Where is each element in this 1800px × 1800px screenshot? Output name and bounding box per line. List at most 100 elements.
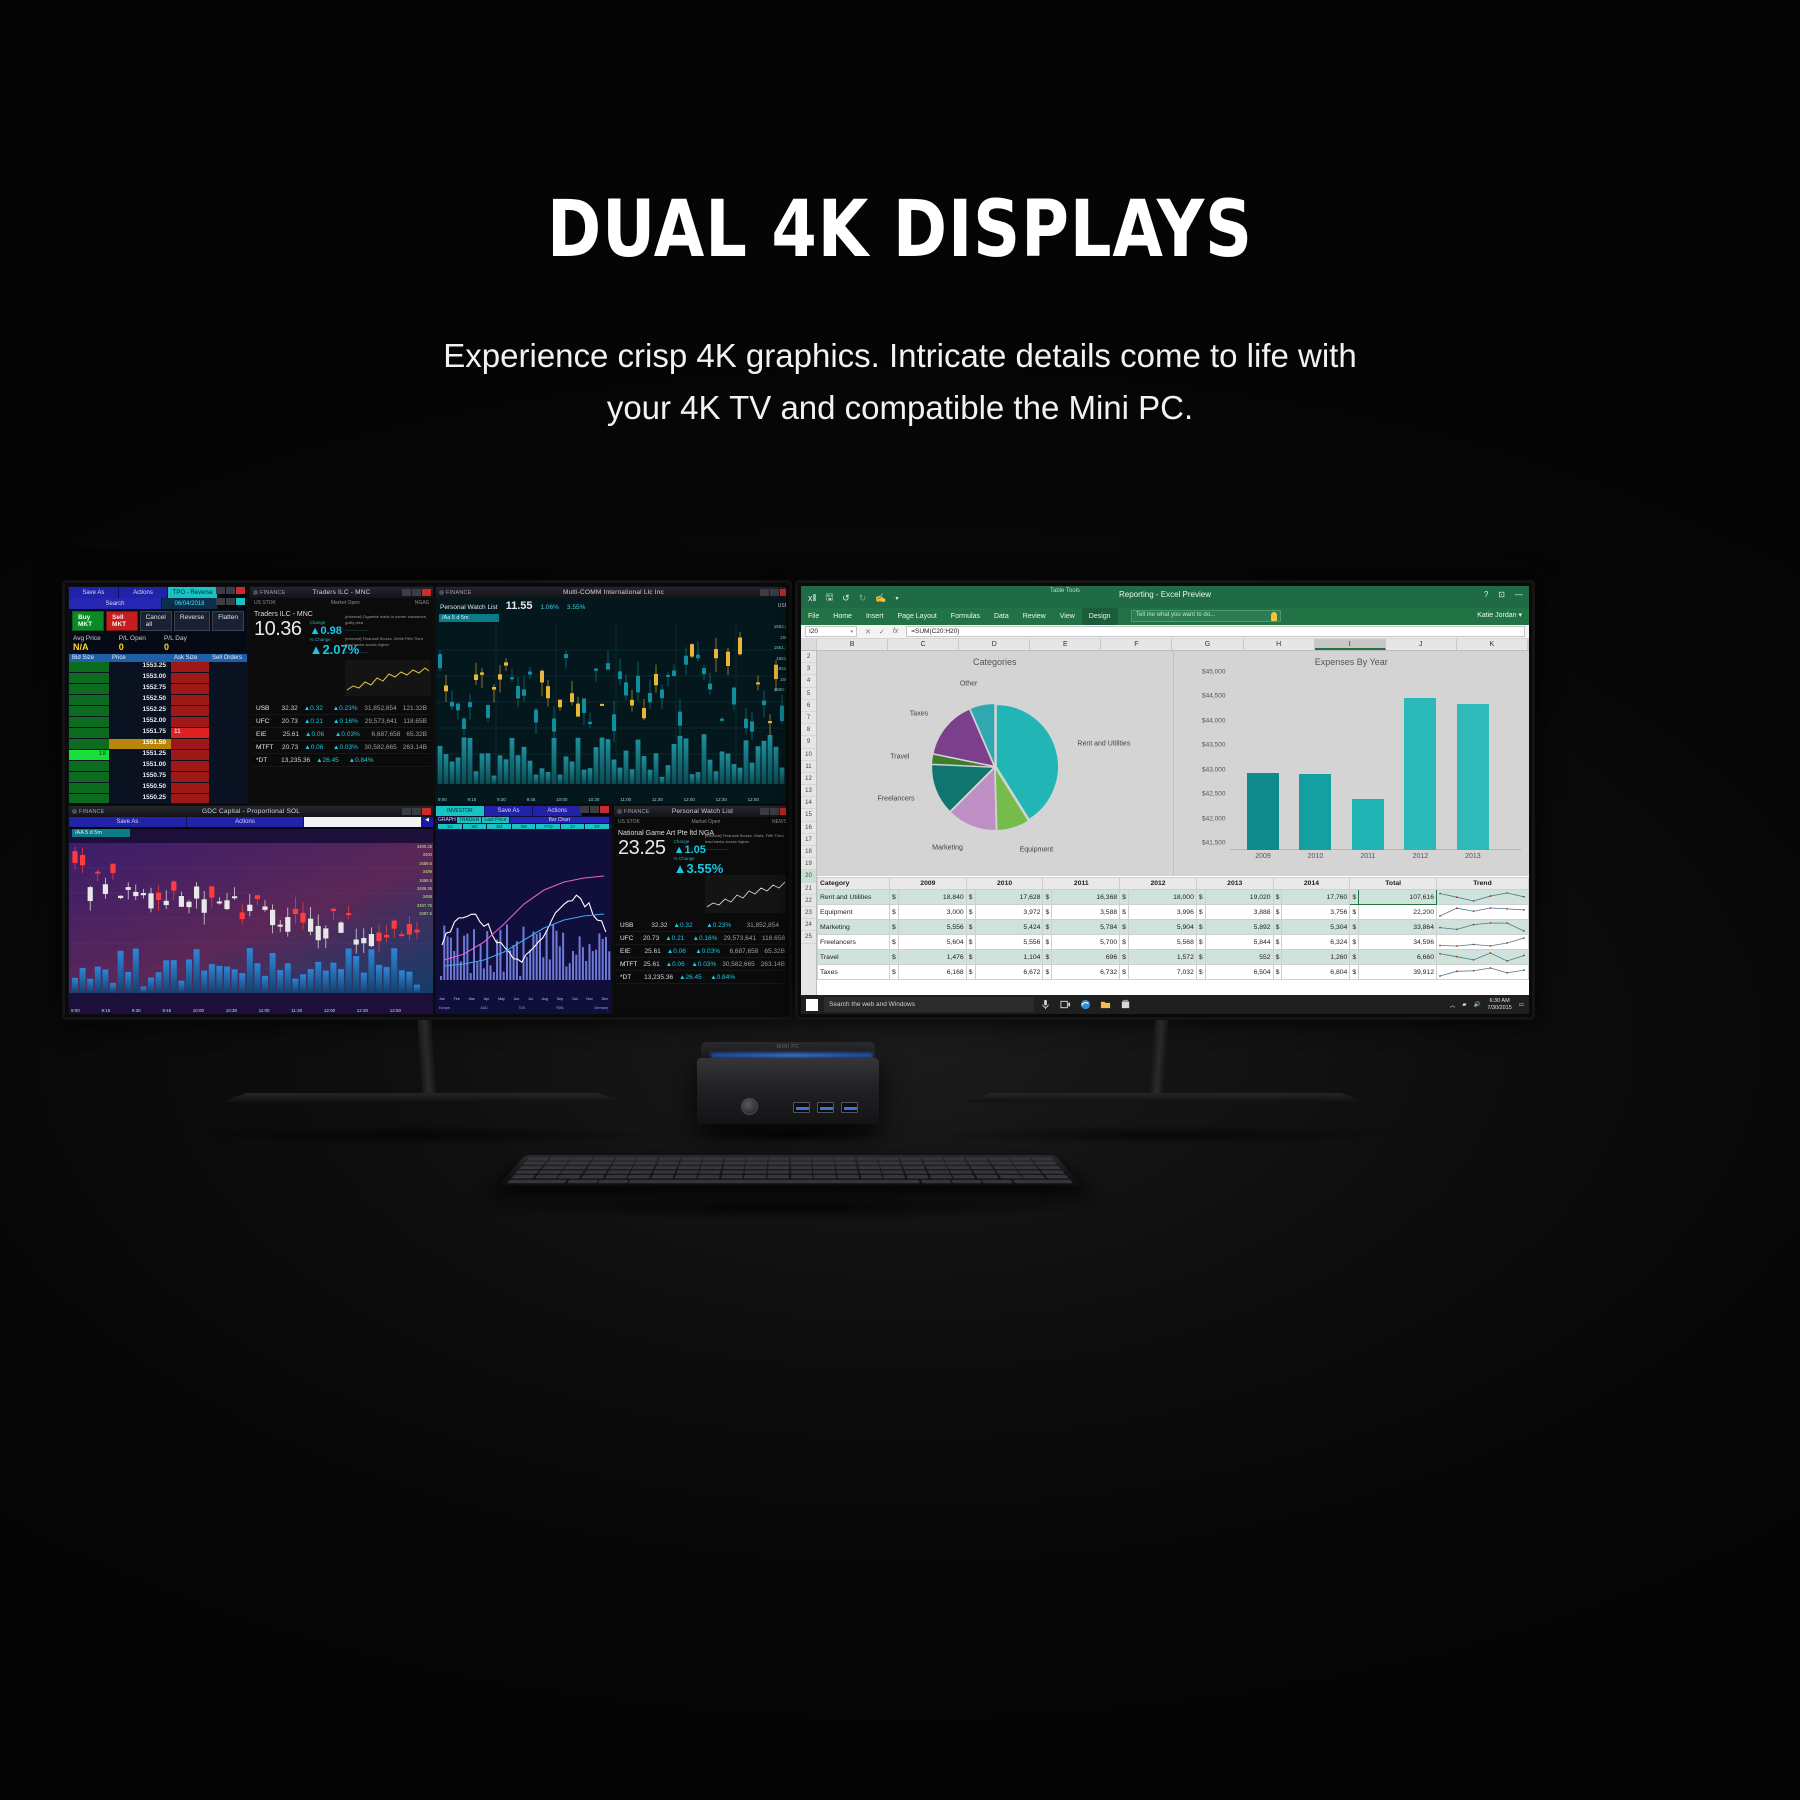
key[interactable] (548, 1157, 572, 1161)
key[interactable] (965, 1157, 988, 1161)
key[interactable] (650, 1174, 674, 1179)
ribbon-tab-page-layout[interactable]: Page Layout (890, 608, 943, 625)
cell-value[interactable]: 7,032 (1127, 964, 1197, 981)
ladder-search-bar[interactable]: Search 06/04/2018 (69, 598, 247, 609)
ladder-sell-orders[interactable] (209, 772, 247, 782)
table-header-total[interactable]: Total (1349, 876, 1437, 891)
row-header-4[interactable]: 4 (801, 675, 816, 688)
ladder-action-buttons[interactable]: Buy MKT Sell MKT Cancel all Reverse Flat… (69, 609, 247, 633)
cell-value[interactable]: 5,784 (1051, 919, 1121, 936)
key[interactable] (904, 1170, 928, 1174)
row-header-10[interactable]: 10 (801, 749, 816, 761)
cell-trend-sparkline[interactable] (1436, 919, 1529, 936)
taskbar-search-box[interactable]: Search the web and Windows (824, 997, 1034, 1012)
column-header-H[interactable]: H (1244, 639, 1315, 650)
key[interactable] (746, 1161, 768, 1165)
gdc-save-as-button[interactable]: Save As (69, 817, 187, 827)
key[interactable] (929, 1174, 953, 1179)
key[interactable] (627, 1174, 651, 1179)
minimize-icon[interactable] (760, 808, 769, 815)
window-multicomm[interactable]: FINANCE Multi-COMM International Llc Inc… (435, 586, 786, 804)
insert-function-icon[interactable]: fx (893, 628, 898, 636)
window-bar-chart[interactable]: INVESTOR Save As Actions GRAPH TRADER La… (435, 805, 612, 1014)
table-header-trend[interactable]: Trend (1436, 876, 1529, 891)
row-header-5[interactable]: 5 (801, 688, 816, 700)
maximize-icon[interactable] (412, 589, 421, 596)
key[interactable] (522, 1161, 547, 1165)
table-header-2013[interactable]: 2013 (1195, 876, 1274, 891)
key[interactable] (589, 1161, 613, 1165)
ladder-row[interactable]: 1550.50 (69, 783, 247, 794)
row-header-20[interactable]: 20 (801, 870, 816, 883)
key[interactable] (858, 1165, 880, 1170)
range-tab[interactable]: 5D (462, 824, 487, 829)
key[interactable] (858, 1170, 882, 1174)
key[interactable] (680, 1157, 702, 1161)
range-tab[interactable]: 1Y (560, 824, 585, 829)
ladder-sell-orders[interactable] (209, 684, 247, 694)
ladder-row[interactable]: 1553.25 (69, 662, 247, 673)
cell-value[interactable]: 5,556 (897, 919, 967, 936)
ladder-actions-button[interactable]: Actions (118, 587, 169, 598)
key[interactable] (544, 1161, 569, 1165)
window-controls[interactable]: ? ⊡ — (1484, 590, 1523, 599)
ladder-price[interactable]: 1552.25 (109, 706, 171, 716)
row-header-7[interactable]: 7 (801, 712, 816, 725)
key[interactable] (746, 1157, 768, 1161)
key[interactable] (901, 1161, 924, 1165)
key[interactable] (790, 1170, 813, 1174)
pie-chart[interactable]: Categories Rent and Utilities Equipment Ma… (817, 651, 1174, 876)
table-row[interactable]: Rent and Utilities $18,840 $17,628 $16,368 $… (817, 889, 1529, 906)
ladder-row[interactable]: 1552.50 (69, 695, 247, 706)
table-header-category[interactable]: Category (817, 876, 890, 891)
multicomm-titlebar[interactable]: FINANCE Multi-COMM International Llc Inc (436, 587, 786, 598)
ribbon-tab-design[interactable]: Design (1081, 608, 1118, 625)
key[interactable] (767, 1170, 790, 1174)
column-header-I[interactable]: I (1314, 639, 1386, 650)
row-header-25[interactable]: 25 (801, 931, 816, 944)
cell-value[interactable]: 1,260 (1281, 949, 1351, 966)
key[interactable] (697, 1174, 721, 1179)
key[interactable] (658, 1157, 681, 1161)
key[interactable] (632, 1165, 655, 1170)
ladder-sell-orders[interactable] (209, 783, 247, 793)
key[interactable] (567, 1179, 599, 1184)
key[interactable] (813, 1170, 836, 1174)
maximize-icon[interactable] (770, 808, 779, 815)
key[interactable] (1030, 1157, 1054, 1161)
edge-icon[interactable] (1080, 999, 1091, 1010)
gdc-timeframe-tab[interactable]: /AA 5 d 5m (72, 829, 130, 837)
key[interactable] (836, 1174, 860, 1179)
range-tab[interactable]: 1D (438, 824, 462, 829)
ticker-row[interactable]: MTFT 25.61 ▲0.06 ▲0.03% 30,582,665 263.14B (616, 958, 786, 971)
power-button[interactable] (741, 1098, 758, 1115)
cell-category[interactable]: Taxes (817, 964, 890, 981)
key[interactable] (654, 1165, 678, 1170)
key[interactable] (604, 1174, 628, 1179)
table-header-2011[interactable]: 2011 (1042, 876, 1121, 891)
news-item-1[interactable]: [external] Cigarette leads to harder sub… (345, 614, 431, 626)
bar-column[interactable]: 2009 (1246, 772, 1279, 860)
taskbar-system-tray[interactable]: ︿ ▰ 🔊 6:30 AM 7/30/2015 ▭ (1450, 998, 1524, 1011)
cell-category[interactable]: Rent and Utilities (817, 889, 890, 906)
row-header-21[interactable]: 21 (801, 883, 816, 895)
ladder-price[interactable]: 1551.75 (109, 728, 171, 738)
key[interactable] (583, 1170, 608, 1174)
network-icon[interactable]: ▰ (1462, 1002, 1466, 1008)
key[interactable] (526, 1157, 550, 1161)
key[interactable] (906, 1174, 930, 1179)
ladder-sell-orders[interactable] (209, 728, 247, 738)
ladder-row[interactable]: 1551.00 (69, 761, 247, 772)
window-personal-watch[interactable]: FINANCE Personal Watch List US STOK Mark… (613, 805, 786, 1014)
last-price-label[interactable]: Last Price (482, 817, 509, 823)
key[interactable] (744, 1170, 767, 1174)
excel-worksheet[interactable]: 2 3 4 5 6 7 8 9 10 11 12 13 14 15 16 17 18 19 20 21 22 23 24 25… (801, 651, 1529, 995)
ladder-save-as-button[interactable]: Save As (69, 587, 119, 598)
column-header-J[interactable]: J (1386, 639, 1457, 650)
barchart-tab-1[interactable]: INVESTOR (436, 806, 485, 816)
ladder-sell-orders[interactable] (209, 695, 247, 705)
minimize-icon[interactable] (402, 589, 411, 596)
column-header-B[interactable]: B (817, 639, 889, 650)
range-tab[interactable]: YTD (536, 824, 560, 829)
cell-value[interactable]: 5,700 (1051, 934, 1121, 951)
